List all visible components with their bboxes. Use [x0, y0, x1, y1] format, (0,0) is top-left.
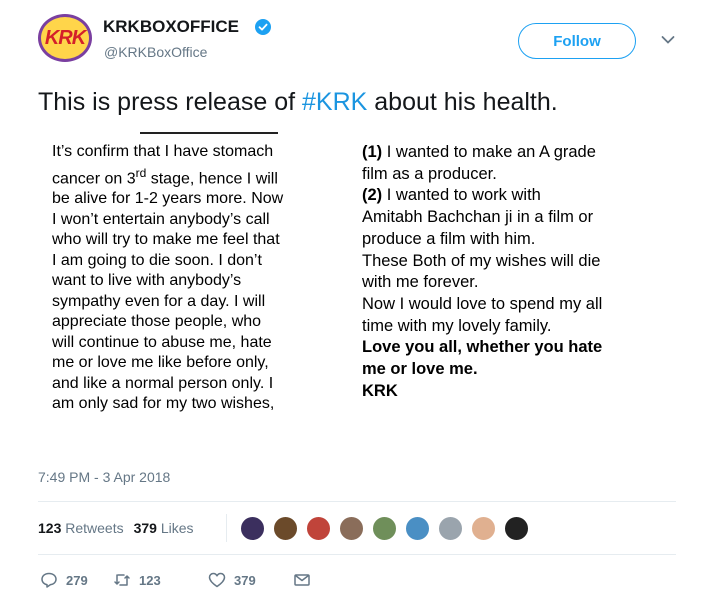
- press-line: cancer on 3rd stage, hence I will: [52, 165, 278, 187]
- follow-button[interactable]: Follow: [518, 23, 636, 59]
- press-line: sympathy even for a day. I will: [52, 292, 266, 310]
- hashtag-link[interactable]: #KRK: [302, 88, 367, 116]
- signature: KRK: [362, 381, 398, 400]
- press-line: am only sad for my two wishes,: [52, 395, 275, 413]
- liker-avatar[interactable]: [372, 516, 397, 541]
- liker-avatar[interactable]: [240, 516, 265, 541]
- wish-one: (1) I wanted to make an A grade: [362, 143, 596, 161]
- reply-button[interactable]: 279: [40, 571, 113, 589]
- love-text-cont: me or love me.: [362, 360, 478, 379]
- liker-avatar[interactable]: [273, 516, 298, 541]
- press-line: It’s confirm that I have stomach: [52, 143, 274, 160]
- direct-message-button[interactable]: [293, 571, 319, 589]
- divider: [38, 554, 676, 555]
- reply-icon: [41, 572, 57, 588]
- retweets-stat[interactable]: 123 Retweets: [38, 520, 124, 536]
- wish-two-cont: Amitabh Bachchan ji in a film or: [362, 208, 594, 227]
- tweet-text: This is press release of #KRK about his …: [38, 88, 558, 117]
- press-line: who will try to make me feel that: [52, 231, 280, 249]
- liker-avatar[interactable]: [405, 516, 430, 541]
- chevron-down-icon[interactable]: [661, 35, 675, 45]
- retweet-button[interactable]: 123: [113, 571, 208, 589]
- press-line: and like a normal person only. I: [52, 374, 274, 392]
- avatar[interactable]: KRK: [38, 14, 92, 62]
- tweet-actions: 279 123 379: [40, 571, 319, 589]
- liker-avatar[interactable]: [504, 516, 529, 541]
- press-line: appreciate those people, who: [52, 313, 262, 331]
- retweet-icon: [114, 574, 130, 586]
- press-line: I am going to die soon. I don’t: [52, 251, 262, 269]
- press-release-left-column: It’s confirm that I have stomach cancer …: [52, 142, 362, 415]
- avatar-logo: KRK: [44, 26, 86, 49]
- envelope-icon: [294, 574, 310, 586]
- press-release-image[interactable]: It’s confirm that I have stomach cancer …: [38, 122, 678, 456]
- timestamp[interactable]: 7:49 PM - 3 Apr 2018: [38, 469, 170, 485]
- wish-one-cont: film as a producer.: [362, 164, 497, 183]
- press-line: I won’t entertain anybody’s call: [52, 210, 270, 228]
- heart-icon: [208, 572, 226, 588]
- handle[interactable]: @KRKBoxOffice: [104, 44, 207, 60]
- divider: [38, 501, 676, 502]
- likes-stat[interactable]: 379 Likes: [134, 520, 194, 536]
- both-wishes: These Both of my wishes will die: [362, 251, 601, 270]
- like-button[interactable]: 379: [208, 571, 293, 589]
- now-text: Now I would love to spend my all: [362, 294, 603, 313]
- liker-avatar[interactable]: [438, 516, 463, 541]
- tweet-text-suffix: about his health.: [367, 88, 558, 116]
- verified-icon: [255, 19, 271, 35]
- press-release-right-column: (1) I wanted to make an A grade film as …: [362, 142, 682, 402]
- liker-avatar[interactable]: [306, 516, 331, 541]
- press-line: want to live with anybody’s: [52, 272, 242, 290]
- wish-two: (2) I wanted to work with: [362, 186, 541, 205]
- tweet-stats: 123 Retweets 379 Likes: [38, 520, 204, 536]
- press-line: me or love me like before only,: [52, 354, 269, 372]
- press-line: will continue to abuse me, hate: [52, 333, 272, 351]
- display-name[interactable]: KRKBOXOFFICE: [103, 17, 239, 37]
- love-text: Love you all, whether you hate: [362, 338, 603, 357]
- press-line: be alive for 1-2 years more. Now: [52, 190, 284, 208]
- tweet-text-prefix: This is press release of: [38, 88, 302, 116]
- wish-two-cont: produce a film with him.: [362, 229, 536, 248]
- stats-separator: [226, 514, 227, 542]
- likers-avatars: [240, 516, 537, 541]
- both-wishes-cont: with me forever.: [362, 273, 479, 292]
- now-text-cont: time with my lovely family.: [362, 316, 552, 335]
- liker-avatar[interactable]: [471, 516, 496, 541]
- liker-avatar[interactable]: [339, 516, 364, 541]
- divider-line: [140, 132, 278, 134]
